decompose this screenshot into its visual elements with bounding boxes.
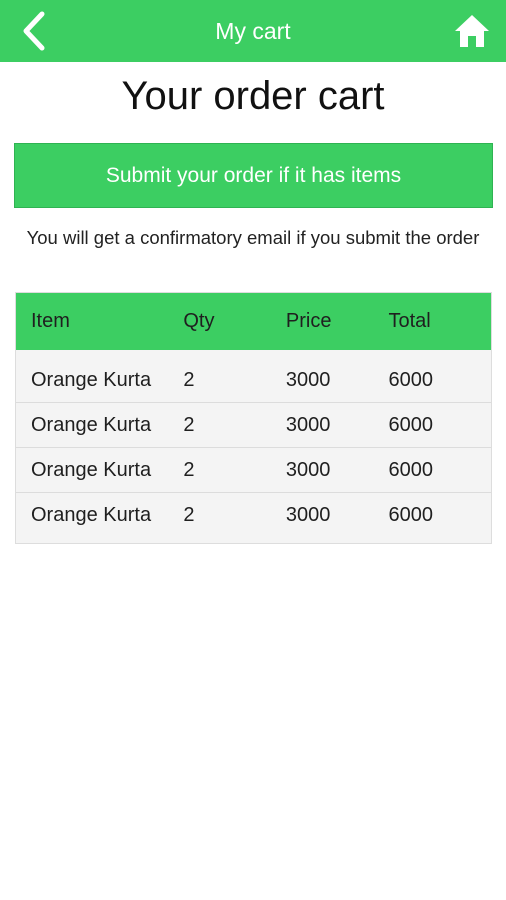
cell-item: Orange Kurta xyxy=(31,413,152,436)
cell-price: 3000 xyxy=(285,504,331,526)
home-icon xyxy=(455,15,489,47)
cell-qty: 2 xyxy=(183,458,195,481)
cell-total: 6000 xyxy=(388,413,434,436)
cell-item: Orange Kurta xyxy=(31,458,152,481)
cell-total: 6000 xyxy=(388,368,434,391)
cart-table: Item Qty Price Total Orange Kurta 2 3000… xyxy=(15,292,492,544)
table-row: Orange Kurta 2 3000 6000 xyxy=(16,448,491,493)
cell-price: 3000 xyxy=(285,413,331,436)
table-row: Orange Kurta 2 3000 6000 xyxy=(16,358,491,403)
cell-qty: 2 xyxy=(183,368,195,391)
table-row: Orange Kurta 2 3000 6000 xyxy=(16,493,491,538)
cell-item: Orange Kurta xyxy=(31,504,152,526)
table-row: Orange Kurta 2 3000 6000 xyxy=(16,403,491,448)
app-bar: My cart xyxy=(0,0,506,62)
app-bar-title: My cart xyxy=(215,17,291,44)
cell-qty: 2 xyxy=(183,413,195,436)
back-button[interactable] xyxy=(14,10,54,52)
cell-total: 6000 xyxy=(388,504,434,526)
table-header: Item Qty Price Total xyxy=(16,293,491,350)
cell-total: 6000 xyxy=(388,458,434,481)
header-price: Price xyxy=(285,310,332,332)
header-total: Total xyxy=(388,310,431,332)
cell-price: 3000 xyxy=(285,458,331,481)
cell-item: Orange Kurta xyxy=(31,368,152,391)
submit-order-button[interactable]: Submit your order if it has items xyxy=(14,143,493,208)
header-item: Item xyxy=(31,310,70,332)
cell-price: 3000 xyxy=(285,368,331,391)
page-title: Your order cart xyxy=(121,74,385,118)
header-qty: Qty xyxy=(183,310,215,332)
confirmation-info-text: You will get a confirmatory email if you… xyxy=(26,227,480,248)
cell-qty: 2 xyxy=(183,504,195,526)
table-body: Orange Kurta 2 3000 6000 Orange Kurta 2 … xyxy=(16,350,491,543)
home-button[interactable] xyxy=(452,10,492,52)
chevron-left-icon xyxy=(23,11,45,51)
